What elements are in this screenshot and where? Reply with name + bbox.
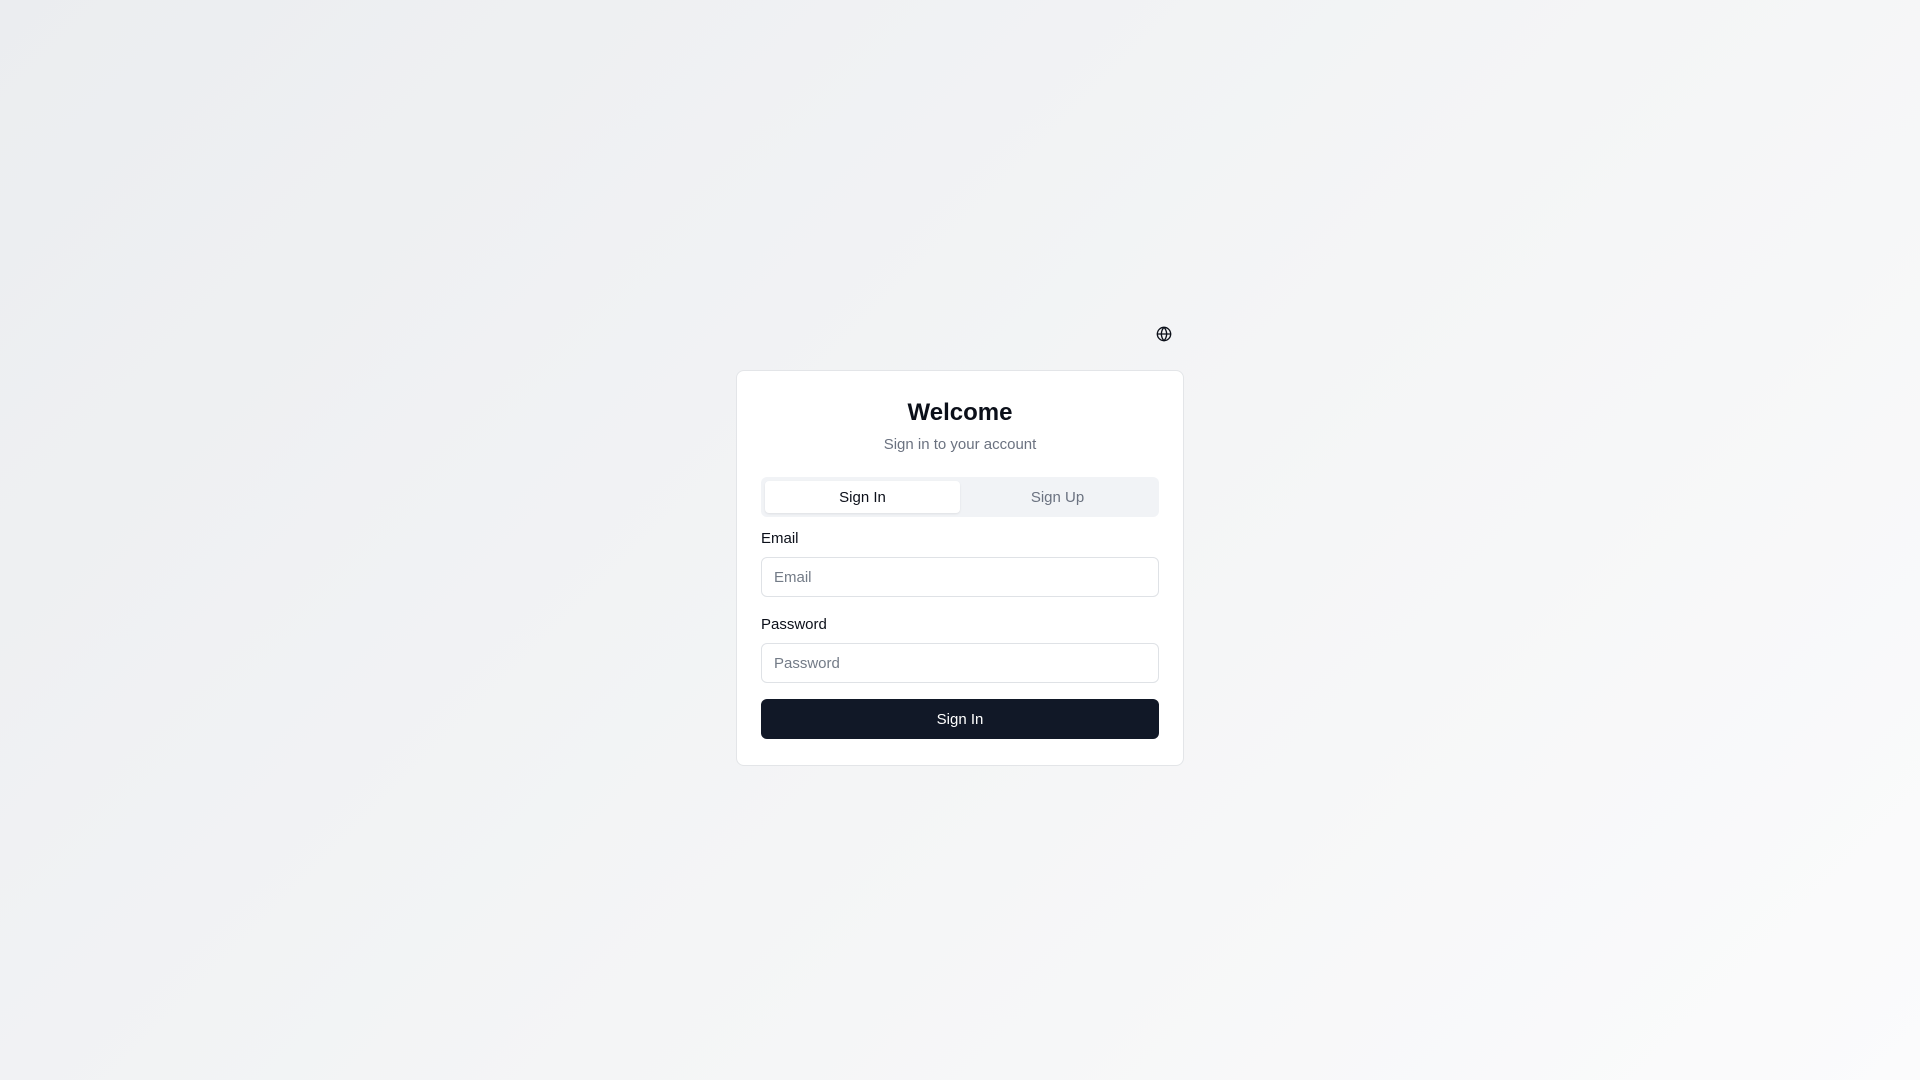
- auth-card-container: Welcome Sign in to your account Sign In …: [736, 370, 1184, 766]
- email-label: Email: [761, 530, 799, 547]
- password-field[interactable]: [761, 643, 1159, 683]
- card-subtitle: Sign in to your account: [883, 436, 1037, 453]
- password-label: Password: [761, 616, 827, 633]
- tab-sign-in[interactable]: Sign In: [765, 481, 960, 513]
- language-button[interactable]: [1152, 322, 1176, 346]
- globe-icon: [1156, 326, 1172, 342]
- card-title: Welcome: [907, 399, 1013, 426]
- sign-in-button[interactable]: Sign In: [761, 699, 1159, 739]
- auth-tabs: Sign In Sign Up: [761, 477, 1159, 517]
- email-field[interactable]: [761, 557, 1159, 597]
- auth-card: Welcome Sign in to your account Sign In …: [736, 370, 1184, 766]
- tab-sign-up[interactable]: Sign Up: [960, 481, 1155, 513]
